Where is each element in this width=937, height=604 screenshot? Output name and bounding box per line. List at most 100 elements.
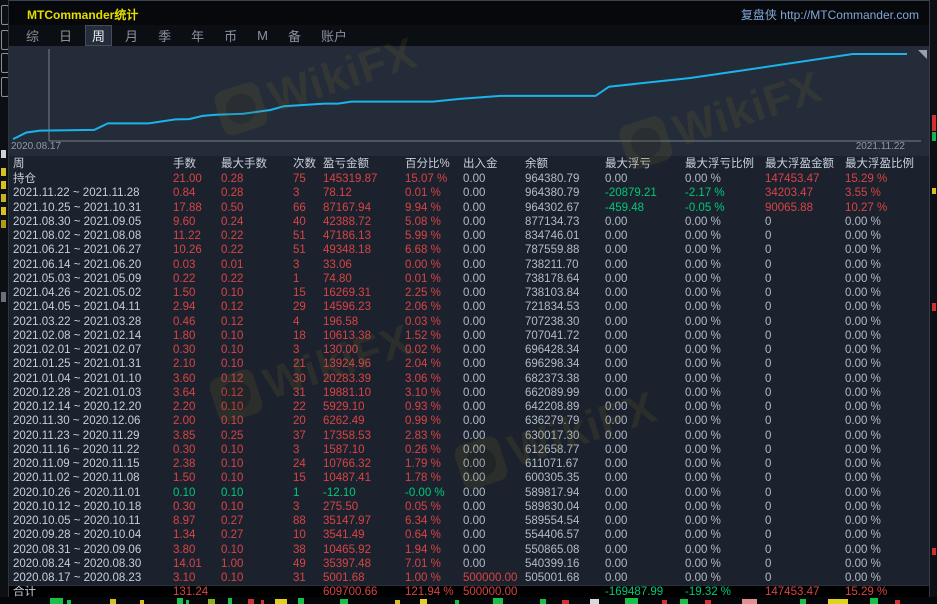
- cell: 589830.04: [525, 500, 605, 514]
- column-header: 百分比%: [405, 156, 463, 172]
- table-row[interactable]: 2021.02.01 ~ 2021.02.070.300.103130.000.…: [9, 343, 929, 357]
- table-row[interactable]: 2020.11.30 ~ 2020.12.062.000.10206262.49…: [9, 414, 929, 428]
- table-row[interactable]: 2021.04.05 ~ 2021.04.112.940.122914596.2…: [9, 300, 929, 314]
- background-mark: [932, 548, 936, 555]
- cell: 0: [765, 557, 845, 571]
- cell: 738211.70: [525, 258, 605, 272]
- cell: 35147.97: [323, 514, 405, 528]
- resize-grip-icon[interactable]: [918, 50, 927, 59]
- menu-item-季[interactable]: 季: [151, 25, 178, 46]
- menu-item-M[interactable]: M: [250, 27, 275, 44]
- cell: 2020.11.23 ~ 2020.11.29: [13, 429, 173, 443]
- menu-item-月[interactable]: 月: [118, 25, 145, 46]
- table-row[interactable]: 2021.01.04 ~ 2021.01.103.600.123020283.3…: [9, 372, 929, 386]
- table-row[interactable]: 2020.11.02 ~ 2020.11.081.500.101510487.4…: [9, 471, 929, 485]
- table-row[interactable]: 2020.10.26 ~ 2020.11.010.100.101-12.10-0…: [9, 486, 929, 500]
- cell: 0.00: [463, 357, 525, 371]
- table-row[interactable]: 持仓21.000.2875145319.8715.07 %0.00964380.…: [9, 172, 929, 186]
- cell: 2021.02.08 ~ 2021.02.14: [13, 329, 173, 343]
- cell: 0.22: [173, 272, 221, 286]
- table-row[interactable]: 2020.11.16 ~ 2020.11.220.300.1031587.100…: [9, 443, 929, 457]
- cell: 2021.02.01 ~ 2021.02.07: [13, 343, 173, 357]
- table-row[interactable]: 2021.02.08 ~ 2021.02.141.800.101810613.3…: [9, 329, 929, 343]
- cell: 609700.66: [323, 586, 405, 597]
- table-row[interactable]: 2021.10.25 ~ 2021.10.3117.880.506687167.…: [9, 201, 929, 215]
- cell: 0.10: [221, 471, 293, 485]
- table-row[interactable]: 2021.06.21 ~ 2021.06.2710.260.225149348.…: [9, 243, 929, 257]
- cell: 0.00 %: [685, 172, 765, 186]
- table-row[interactable]: 2020.11.09 ~ 2020.11.152.380.102410766.3…: [9, 457, 929, 471]
- cell: 2.10: [173, 357, 221, 371]
- cell: 0.00: [463, 443, 525, 457]
- table-row[interactable]: 2021.08.30 ~ 2021.09.059.600.244042388.7…: [9, 215, 929, 229]
- cell: 1: [293, 272, 323, 286]
- cell: 0.00 %: [845, 315, 929, 329]
- cell: 持仓: [13, 172, 173, 186]
- cell: 0: [765, 343, 845, 357]
- cell: 0.00: [605, 500, 685, 514]
- cell: 0.00: [605, 486, 685, 500]
- table-row[interactable]: 2020.09.28 ~ 2020.10.041.340.27103541.49…: [9, 528, 929, 542]
- cell: 0.00 %: [685, 215, 765, 229]
- menu-item-币[interactable]: 币: [217, 25, 244, 46]
- cell: 0: [765, 357, 845, 371]
- cell: 589554.54: [525, 514, 605, 528]
- table-row[interactable]: 2020.10.05 ~ 2020.10.118.970.278835147.9…: [9, 514, 929, 528]
- cell: 10487.41: [323, 471, 405, 485]
- cell: 35397.48: [323, 557, 405, 571]
- cell: 0.00 %: [685, 286, 765, 300]
- background-candle-mark: [177, 598, 183, 604]
- background-candle-mark: [67, 600, 71, 604]
- table-row[interactable]: 2020.11.23 ~ 2020.11.293.850.253717358.5…: [9, 429, 929, 443]
- table-row[interactable]: 2021.04.26 ~ 2021.05.021.500.101516269.3…: [9, 286, 929, 300]
- table-row[interactable]: 2020.10.12 ~ 2020.10.180.300.103275.500.…: [9, 500, 929, 514]
- table-row[interactable]: 2021.11.22 ~ 2021.11.280.840.28378.120.0…: [9, 186, 929, 200]
- menu-item-年[interactable]: 年: [184, 25, 211, 46]
- cell: 1.80: [173, 329, 221, 343]
- cell: 0.10: [173, 486, 221, 500]
- table-row[interactable]: 2021.08.02 ~ 2021.08.0811.220.225147186.…: [9, 229, 929, 243]
- menu-item-日[interactable]: 日: [52, 25, 79, 46]
- cell: 0.00 %: [845, 528, 929, 542]
- background-candle-mark: [493, 598, 503, 604]
- table-row[interactable]: 2020.08.17 ~ 2020.08.233.100.10315001.68…: [9, 571, 929, 585]
- cell: 2021.03.22 ~ 2021.03.28: [13, 315, 173, 329]
- table-row[interactable]: 2020.12.14 ~ 2020.12.202.200.10225929.10…: [9, 400, 929, 414]
- background-candle-mark: [50, 598, 63, 604]
- cell: 15: [293, 286, 323, 300]
- cell: 51: [293, 243, 323, 257]
- table-row[interactable]: 2021.05.03 ~ 2021.05.090.220.22174.800.0…: [9, 272, 929, 286]
- background-candle-mark: [562, 600, 569, 604]
- cell: 3.55 %: [845, 186, 929, 200]
- cell: 2.04 %: [405, 357, 463, 371]
- menu-item-综[interactable]: 综: [19, 25, 46, 46]
- chart-start-date: 2020.08.17: [11, 141, 61, 152]
- cell: 0.01: [221, 258, 293, 272]
- table-row[interactable]: 2020.12.28 ~ 2021.01.033.640.123119881.1…: [9, 386, 929, 400]
- cell: 21: [293, 357, 323, 371]
- cell: 0.46: [173, 315, 221, 329]
- cell: 0.12: [221, 386, 293, 400]
- menu-item-账户[interactable]: 账户: [314, 25, 354, 46]
- cell: 30: [293, 372, 323, 386]
- cell: -20879.21: [605, 186, 685, 200]
- cell: 0.28: [221, 186, 293, 200]
- cell: 0.00 %: [845, 229, 929, 243]
- cell: 0.00 %: [685, 429, 765, 443]
- menu-item-周[interactable]: 周: [85, 25, 112, 46]
- cell: 0.00: [463, 457, 525, 471]
- background-mark: [1, 292, 6, 302]
- table-row[interactable]: 2021.01.25 ~ 2021.01.312.100.102113924.9…: [9, 357, 929, 371]
- table-row[interactable]: 2021.06.14 ~ 2021.06.200.030.01333.060.0…: [9, 258, 929, 272]
- cell: 3.06 %: [405, 372, 463, 386]
- cell: 0.10: [221, 443, 293, 457]
- cell: 0.00: [605, 286, 685, 300]
- table-row[interactable]: 2020.08.24 ~ 2020.08.3014.011.004935397.…: [9, 557, 929, 571]
- table-row[interactable]: 2020.08.31 ~ 2020.09.063.800.103810465.9…: [9, 543, 929, 557]
- window-title: MTCommander统计: [27, 6, 138, 23]
- table-row[interactable]: 2021.03.22 ~ 2021.03.280.460.124196.580.…: [9, 315, 929, 329]
- cell: 0.10: [221, 486, 293, 500]
- brand-link[interactable]: 复盘侠 http://MTCommander.com: [741, 6, 919, 23]
- menu-item-备[interactable]: 备: [281, 25, 308, 46]
- cell: 0.00: [605, 457, 685, 471]
